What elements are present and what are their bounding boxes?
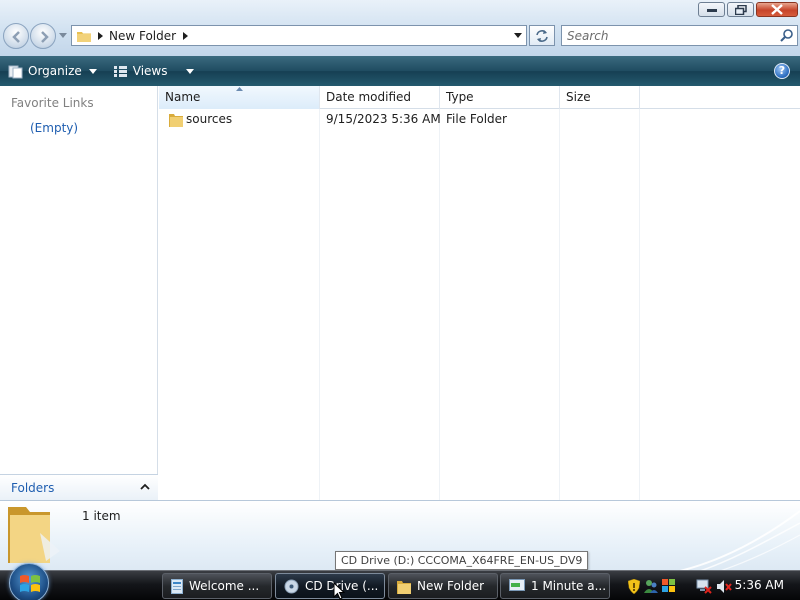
address-bar[interactable]: New Folder [71, 25, 527, 46]
progress-icon [509, 579, 525, 591]
column-header-date-modified[interactable]: Date modified [320, 86, 440, 109]
large-folder-icon [8, 507, 60, 563]
taskbar-item-label: 1 Minute a... [531, 579, 607, 593]
search-box[interactable] [561, 25, 798, 46]
taskbar-clock[interactable]: 5:36 AM [735, 578, 784, 592]
column-header-size[interactable]: Size [560, 86, 640, 109]
views-button[interactable]: Views [105, 58, 202, 84]
organize-label: Organize [28, 64, 82, 78]
chevron-up-icon[interactable] [140, 483, 150, 490]
taskbar-item-cd-drive[interactable]: CD Drive (... [275, 573, 385, 599]
column-divider [559, 109, 560, 500]
favorite-links-title: Favorite Links [11, 96, 94, 110]
recent-pages-chevron-icon[interactable] [59, 33, 67, 38]
item-count: 1 item [82, 509, 121, 523]
views-icon [113, 65, 127, 77]
favorite-links-empty: (Empty) [30, 121, 79, 135]
taskbar-item-new-folder[interactable]: New Folder [388, 573, 498, 599]
windows-logo-icon [20, 575, 40, 592]
chevron-down-icon[interactable] [185, 68, 194, 74]
folders-toggle[interactable]: Folders [0, 474, 158, 500]
folders-label: Folders [11, 481, 55, 495]
minimize-button[interactable] [698, 2, 725, 17]
back-button[interactable] [3, 23, 29, 49]
column-header-name[interactable]: Name [159, 86, 320, 109]
address-row: New Folder [0, 0, 800, 56]
organize-button[interactable]: Organize [0, 58, 105, 84]
taskbar: Welcome ... CD Drive (... New Folder 1 M… [0, 563, 800, 600]
column-header-label: Date modified [326, 90, 412, 104]
refresh-button[interactable] [529, 25, 555, 46]
taskbar-tooltip: CD Drive (D:) CCCOMA_X64FRE_EN-US_DV9 [335, 551, 589, 570]
forward-button[interactable] [30, 23, 56, 49]
address-dropdown-icon[interactable] [514, 33, 522, 38]
taskbar-item-1-minute[interactable]: 1 Minute a... [500, 573, 610, 599]
breadcrumb-new-folder[interactable]: New Folder [109, 29, 176, 43]
document-icon [171, 578, 183, 594]
sort-ascending-icon [236, 87, 243, 91]
security-shield-icon[interactable] [628, 578, 640, 594]
views-label: Views [132, 64, 168, 78]
speaker-muted-icon[interactable] [716, 579, 732, 594]
start-button[interactable] [9, 563, 49, 600]
close-button[interactable] [756, 2, 798, 17]
decorative-swoosh [679, 510, 800, 570]
system-tray: 5:36 AM [628, 573, 800, 599]
organize-icon [8, 65, 23, 78]
network-disconnected-icon[interactable] [696, 579, 712, 594]
column-header-label: Type [446, 90, 474, 104]
refresh-icon [536, 29, 548, 42]
cd-drive-icon [284, 579, 299, 593]
close-icon [771, 4, 783, 15]
command-toolbar: Organize Views ? [0, 56, 800, 86]
mouse-cursor-icon [333, 582, 345, 600]
taskbar-item-welcome[interactable]: Welcome ... [162, 573, 272, 599]
column-header-label: Size [566, 90, 591, 104]
column-divider [439, 109, 440, 500]
column-header-label: Name [165, 90, 201, 104]
help-icon[interactable]: ? [774, 63, 790, 79]
column-divider [639, 109, 640, 500]
restore-icon [734, 4, 747, 15]
navigation-pane: Favorite Links (Empty) Folders [0, 86, 158, 500]
chevron-down-icon [88, 68, 97, 74]
breadcrumb-arrow-icon[interactable] [98, 31, 103, 40]
window-controls [698, 2, 798, 17]
taskbar-item-label: Welcome ... [189, 579, 260, 593]
file-name[interactable]: sources [186, 109, 232, 130]
search-input[interactable] [562, 26, 762, 45]
minimize-icon [706, 8, 717, 12]
file-date-modified: 9/15/2023 5:36 AM [326, 112, 441, 126]
file-type: File Folder [446, 112, 507, 126]
search-icon[interactable] [780, 29, 793, 42]
back-arrow-icon [12, 31, 20, 43]
column-header-row: Name Date modified Type Size [159, 86, 800, 109]
forward-arrow-icon [41, 31, 49, 43]
folder-icon [397, 580, 411, 594]
column-header-type[interactable]: Type [440, 86, 560, 109]
column-divider [319, 109, 320, 500]
file-row[interactable]: sources 9/15/2023 5:36 AM File Folder [159, 109, 640, 130]
folder-icon [77, 31, 91, 42]
users-icon[interactable] [644, 579, 658, 594]
restore-button[interactable] [727, 2, 754, 17]
folder-icon [169, 114, 183, 127]
taskbar-item-label: New Folder [417, 579, 485, 593]
windows-update-icon[interactable] [662, 579, 676, 593]
breadcrumb-arrow-icon[interactable] [183, 31, 189, 40]
file-list: Name Date modified Type Size sources 9/1… [159, 86, 800, 500]
